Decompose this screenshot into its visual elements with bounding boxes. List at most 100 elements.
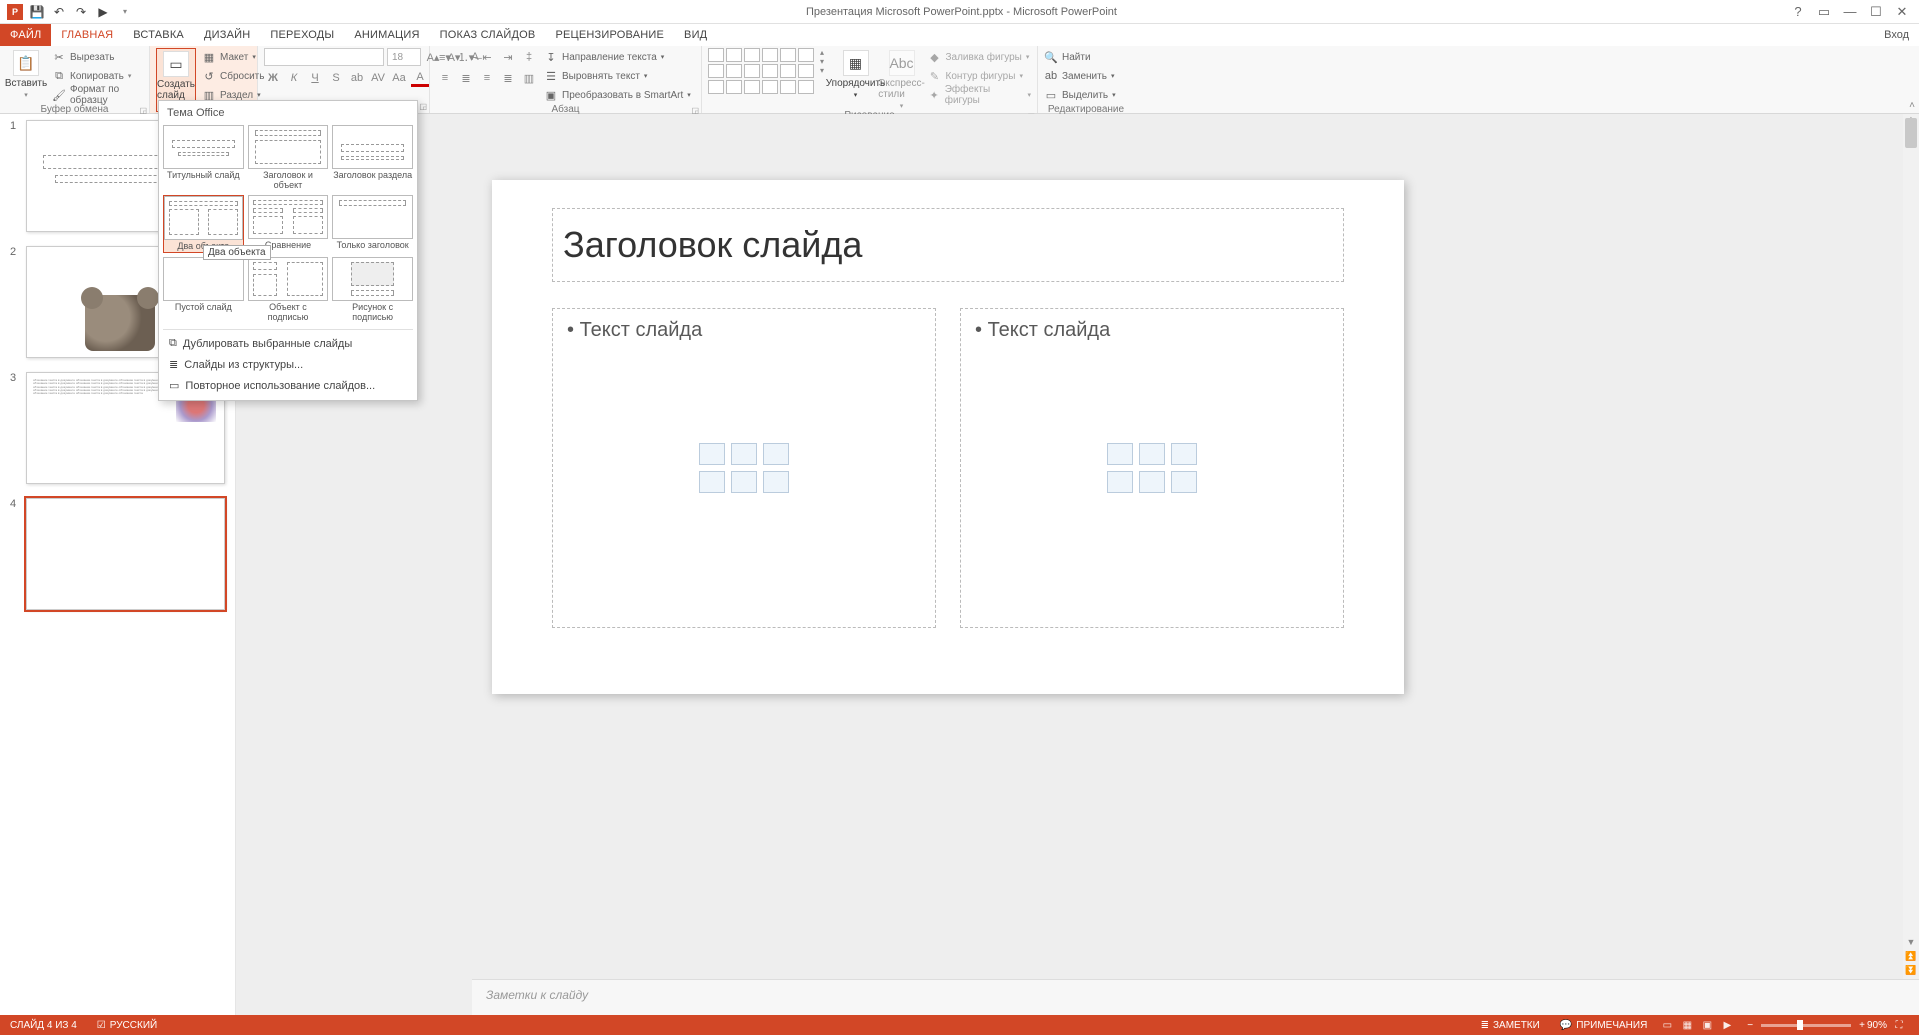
zoom-value[interactable]: 90%	[1867, 1020, 1887, 1031]
layout-section-header[interactable]: Заголовок раздела	[332, 125, 413, 191]
insert-smartart-icon[interactable]	[763, 443, 789, 465]
text-direction-button[interactable]: ↧Направление текста▾	[544, 48, 691, 66]
content-placeholder-left[interactable]: • Текст слайда	[552, 308, 936, 628]
title-placeholder[interactable]: Заголовок слайда	[552, 208, 1344, 282]
shapes-down-icon[interactable]: ▾	[820, 57, 830, 66]
align-left-button[interactable]: ≡	[436, 69, 454, 87]
save-icon[interactable]: 💾	[28, 3, 46, 21]
align-text-button[interactable]: ☰Выровнять текст▾	[544, 67, 691, 85]
bullets-button[interactable]: ≡▾	[436, 48, 454, 66]
quick-styles-button[interactable]: AbcЭкспресс-стили▾	[882, 48, 922, 110]
tab-transitions[interactable]: ПЕРЕХОДЫ	[260, 24, 344, 46]
bold-button[interactable]: Ж	[264, 69, 282, 87]
font-name-input[interactable]	[264, 48, 384, 66]
tab-animation[interactable]: АНИМАЦИЯ	[344, 24, 429, 46]
language-status[interactable]: ☑РУССКИЙ	[87, 1020, 167, 1031]
layout-title-slide[interactable]: Титульный слайд	[163, 125, 244, 191]
reuse-slides-menuitem[interactable]: ▭Повторное использование слайдов...	[163, 375, 413, 396]
insert-smartart-icon[interactable]	[1171, 443, 1197, 465]
reset-button[interactable]: ↺Сбросить	[202, 67, 264, 85]
insert-picture-icon[interactable]	[699, 471, 725, 493]
shapes-up-icon[interactable]: ▴	[820, 48, 830, 57]
tab-slideshow[interactable]: ПОКАЗ СЛАЙДОВ	[430, 24, 546, 46]
layout-picture-caption[interactable]: Рисунок с подписью	[332, 257, 413, 323]
zoom-out-icon[interactable]: −	[1747, 1020, 1753, 1031]
tab-insert[interactable]: ВСТАВКА	[123, 24, 194, 46]
redo-icon[interactable]: ↷	[72, 3, 90, 21]
zoom-slider[interactable]	[1761, 1024, 1851, 1027]
find-button[interactable]: 🔍Найти	[1044, 48, 1116, 66]
insert-table-icon[interactable]	[699, 443, 725, 465]
format-painter-button[interactable]: 🖌Формат по образцу	[52, 86, 143, 104]
numbering-button[interactable]: ⒈▾	[457, 48, 475, 66]
font-dialog-icon[interactable]: ◲	[419, 102, 427, 111]
insert-picture-icon[interactable]	[1107, 471, 1133, 493]
insert-online-picture-icon[interactable]	[731, 471, 757, 493]
font-size-input[interactable]	[387, 48, 421, 66]
insert-video-icon[interactable]	[1171, 471, 1197, 493]
shape-outline-button[interactable]: ✎Контур фигуры▾	[928, 67, 1032, 85]
close-icon[interactable]: ✕	[1893, 3, 1911, 21]
decrease-indent-button[interactable]: ⇤	[478, 48, 496, 66]
align-center-button[interactable]: ≣	[457, 69, 475, 87]
undo-icon[interactable]: ↶	[50, 3, 68, 21]
ribbon-display-icon[interactable]: ▭	[1815, 3, 1833, 21]
maximize-icon[interactable]: ☐	[1867, 3, 1885, 21]
shape-fill-button[interactable]: ◆Заливка фигуры▾	[928, 48, 1032, 66]
arrange-button[interactable]: ▦Упорядочить▾	[836, 48, 876, 99]
help-icon[interactable]: ?	[1789, 3, 1807, 21]
layout-button[interactable]: ▦Макет▾	[202, 48, 264, 66]
smartart-button[interactable]: ▣Преобразовать в SmartArt▾	[544, 86, 691, 104]
layout-content-caption[interactable]: Объект с подписью	[248, 257, 329, 323]
thumb-4[interactable]: 4	[10, 498, 225, 610]
spacing-button[interactable]: AV	[369, 69, 387, 87]
tab-review[interactable]: РЕЦЕНЗИРОВАНИЕ	[545, 24, 674, 46]
layout-title-content[interactable]: Заголовок и объект	[248, 125, 329, 191]
shape-effects-button[interactable]: ✦Эффекты фигуры▾	[928, 86, 1032, 104]
slide-canvas[interactable]: Заголовок слайда • Текст слайда • Текст …	[492, 180, 1404, 694]
insert-chart-icon[interactable]	[731, 443, 757, 465]
duplicate-slides-menuitem[interactable]: ⧉Дублировать выбранные слайды	[163, 333, 413, 354]
shapes-gallery[interactable]	[708, 48, 814, 94]
justify-button[interactable]: ≣	[499, 69, 517, 87]
tab-file[interactable]: ФАЙЛ	[0, 24, 51, 46]
prev-slide-icon[interactable]: ⏫	[1903, 951, 1919, 965]
font-color-button[interactable]: A	[411, 69, 429, 87]
tab-view[interactable]: ВИД	[674, 24, 717, 46]
startshow-icon[interactable]: ▶	[94, 3, 112, 21]
comments-toggle[interactable]: 💬ПРИМЕЧАНИЯ	[1550, 1020, 1657, 1031]
columns-button[interactable]: ▥	[520, 69, 538, 87]
paste-button[interactable]: 📋 Вставить ▾	[6, 48, 46, 99]
zoom-in-icon[interactable]: +	[1859, 1020, 1865, 1031]
insert-table-icon[interactable]	[1107, 443, 1133, 465]
replace-button[interactable]: abЗаменить▾	[1044, 67, 1116, 85]
content-placeholder-right[interactable]: • Текст слайда	[960, 308, 1344, 628]
shadow-button[interactable]: ab	[348, 69, 366, 87]
normal-view-icon[interactable]: ▭	[1657, 1017, 1677, 1033]
scroll-thumb[interactable]	[1905, 118, 1917, 148]
layout-blank[interactable]: Пустой слайд	[163, 257, 244, 323]
vertical-scrollbar[interactable]: ▲ ▼ ⏫ ⏬	[1903, 114, 1919, 979]
reading-view-icon[interactable]: ▣	[1697, 1017, 1717, 1033]
next-slide-icon[interactable]: ⏬	[1903, 965, 1919, 979]
copy-button[interactable]: ⧉Копировать▾	[52, 67, 143, 85]
tab-home[interactable]: ГЛАВНАЯ	[51, 24, 123, 46]
slide-count[interactable]: СЛАЙД 4 ИЗ 4	[0, 1020, 87, 1031]
align-right-button[interactable]: ≡	[478, 69, 496, 87]
layout-two-content[interactable]: Два объекта	[163, 195, 244, 253]
case-button[interactable]: Aa	[390, 69, 408, 87]
increase-indent-button[interactable]: ⇥	[499, 48, 517, 66]
line-spacing-button[interactable]: ‡	[520, 48, 538, 66]
tab-design[interactable]: ДИЗАЙН	[194, 24, 260, 46]
slideshow-view-icon[interactable]: ▶	[1717, 1017, 1737, 1033]
underline-button[interactable]: Ч	[306, 69, 324, 87]
minimize-icon[interactable]: —	[1841, 3, 1859, 21]
notes-pane[interactable]: Заметки к слайду	[472, 979, 1919, 1015]
slide-editor[interactable]: Заголовок слайда • Текст слайда • Текст …	[236, 114, 1919, 1015]
shapes-more-icon[interactable]: ▾	[820, 66, 830, 75]
fit-to-window-icon[interactable]: ⛶	[1889, 1017, 1909, 1033]
sign-in-link[interactable]: Вход	[1884, 24, 1919, 46]
italic-button[interactable]: К	[285, 69, 303, 87]
cut-button[interactable]: ✂Вырезать	[52, 48, 143, 66]
notes-toggle[interactable]: ≣ЗАМЕТКИ	[1471, 1020, 1550, 1031]
